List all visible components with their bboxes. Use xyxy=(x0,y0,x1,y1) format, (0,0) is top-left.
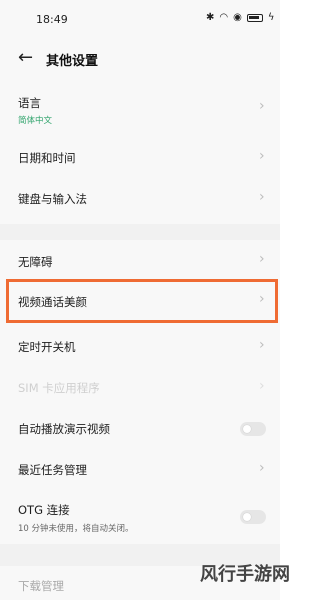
language-row[interactable]: 语言 简体中文 › xyxy=(0,88,280,134)
header: ← 其他设置 xyxy=(0,40,280,80)
downloads-label: 下载管理 xyxy=(18,579,64,593)
language-value: 简体中文 xyxy=(18,116,53,126)
otg-toggle[interactable] xyxy=(240,510,266,524)
status-bar: 18:49 ✱ ◠ ◉ ϟ xyxy=(0,0,280,40)
schedule-power-label: 定时开关机 xyxy=(18,340,76,354)
battery-icon xyxy=(246,13,263,22)
datetime-label: 日期和时间 xyxy=(18,151,76,165)
recent-tasks-row[interactable]: 最近任务管理 › xyxy=(0,447,280,491)
chevron-right-icon: › xyxy=(259,460,265,476)
phone-screen: 18:49 ✱ ◠ ◉ ϟ ← 其他设置 语言 简体中文 › 日期和时间 › 键… xyxy=(0,0,290,600)
otg-row[interactable]: OTG 连接 10 分钟未使用，将自动关闭。 xyxy=(0,492,280,542)
datetime-row[interactable]: 日期和时间 › xyxy=(0,136,280,180)
status-icons: ✱ ◠ ◉ ϟ xyxy=(206,12,274,23)
wifi-icon: ◠ xyxy=(219,12,229,23)
language-label: 语言 xyxy=(18,96,41,110)
sim-apps-label: SIM 卡应用程序 xyxy=(18,381,100,395)
chevron-right-icon: › xyxy=(259,98,265,114)
chevron-right-icon: › xyxy=(259,337,265,353)
recent-tasks-label: 最近任务管理 xyxy=(18,463,87,477)
keyboard-row[interactable]: 键盘与输入法 › xyxy=(0,178,280,222)
bluetooth-icon: ✱ xyxy=(206,12,215,23)
location-icon: ◉ xyxy=(233,12,242,23)
keyboard-label: 键盘与输入法 xyxy=(18,192,87,206)
chevron-right-icon: › xyxy=(259,251,265,267)
watermark-text: 风行手游网 xyxy=(200,564,290,585)
chevron-right-icon: › xyxy=(259,148,265,164)
chevron-right-icon: › xyxy=(259,189,265,205)
sim-apps-row: SIM 卡应用程序 › xyxy=(0,365,280,409)
page-title: 其他设置 xyxy=(46,54,99,69)
highlight-box xyxy=(6,279,278,323)
otg-label: OTG 连接 xyxy=(18,503,70,517)
charging-icon: ϟ xyxy=(267,12,275,23)
section-divider xyxy=(0,224,280,240)
otg-sub: 10 分钟未使用，将自动关闭。 xyxy=(18,524,134,534)
status-time: 18:49 xyxy=(36,13,68,26)
chevron-right-icon: › xyxy=(259,378,265,394)
back-arrow-icon[interactable]: ← xyxy=(18,48,33,68)
auto-demo-toggle[interactable] xyxy=(240,422,266,436)
accessibility-label: 无障碍 xyxy=(18,255,53,269)
auto-demo-row[interactable]: 自动播放演示视频 xyxy=(0,405,280,449)
schedule-power-row[interactable]: 定时开关机 › xyxy=(0,323,280,367)
auto-demo-label: 自动播放演示视频 xyxy=(18,422,110,436)
